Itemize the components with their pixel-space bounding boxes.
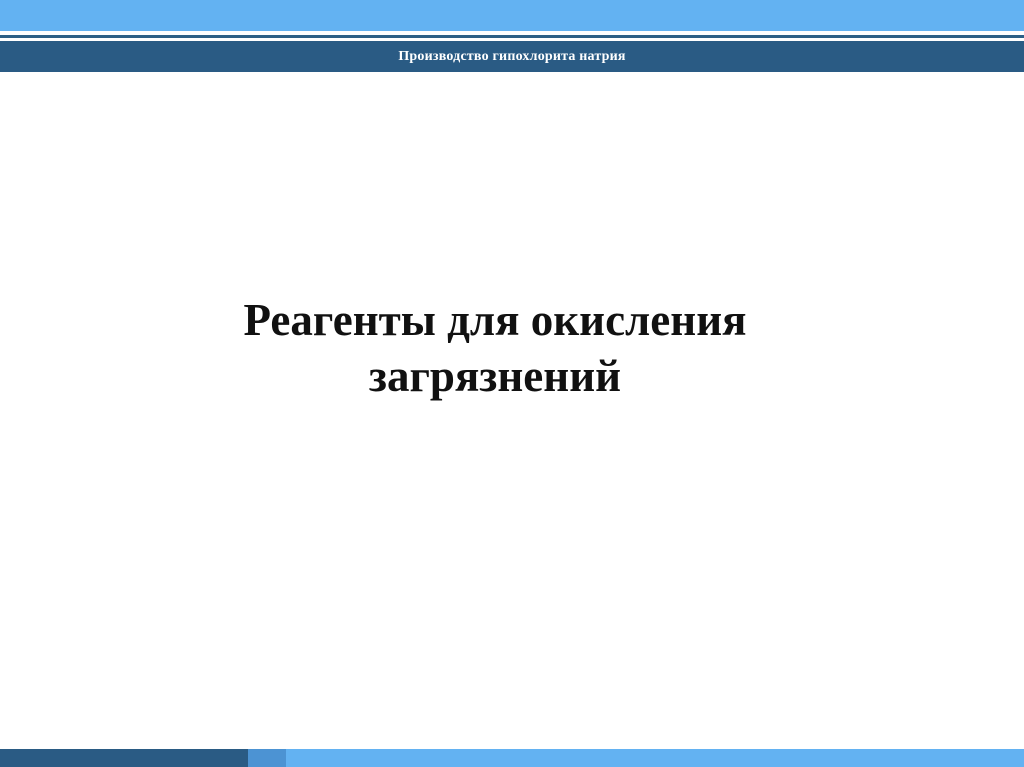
slide-title-line-2: загрязнений bbox=[368, 351, 622, 401]
footer-band-light bbox=[286, 749, 1024, 767]
slide-title-line-1: Реагенты для окисления bbox=[243, 295, 747, 345]
top-accent-band bbox=[0, 0, 1024, 31]
slide: Производство гипохлорита натрия Реагенты… bbox=[0, 0, 1024, 767]
footer-band-dark bbox=[0, 749, 248, 767]
slide-title: Реагенты для окисления загрязнений bbox=[150, 292, 840, 404]
footer-band-mid bbox=[248, 749, 286, 767]
header-title: Производство гипохлорита натрия bbox=[398, 48, 626, 64]
header-bar: Производство гипохлорита натрия bbox=[0, 41, 1024, 72]
